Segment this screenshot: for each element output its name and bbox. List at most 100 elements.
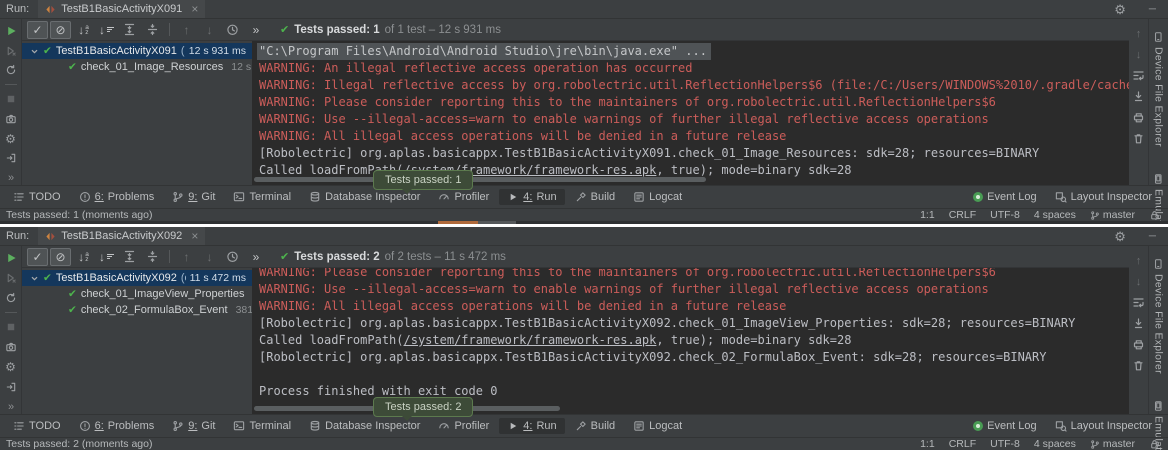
- line-separator-widget[interactable]: CRLF: [949, 438, 976, 450]
- tool-button-build[interactable]: Build: [567, 189, 623, 205]
- rerun-button[interactable]: [4, 251, 18, 265]
- lock-icon[interactable]: [1149, 210, 1160, 221]
- collapse-all-button[interactable]: [142, 21, 163, 39]
- previous-occurrence-button[interactable]: ↑: [176, 248, 197, 266]
- gear-icon[interactable]: ⚙: [1114, 230, 1126, 243]
- more-toolbar-actions[interactable]: »: [4, 400, 18, 414]
- test-tree-row[interactable]: ✔ TestB1BasicActivityX091 (org.aplas.t 1…: [22, 43, 252, 59]
- soft-wrap-button[interactable]: [1132, 296, 1145, 309]
- hide-window-icon[interactable]: ─: [1149, 4, 1156, 15]
- sort-by-duration-button[interactable]: ↓: [96, 21, 117, 39]
- tool-button-logcat[interactable]: Logcat: [625, 189, 690, 205]
- run-console[interactable]: WARNING: Please consider reporting this …: [252, 268, 1129, 414]
- print-button[interactable]: [1132, 338, 1145, 351]
- indent-widget[interactable]: 4 spaces: [1034, 438, 1076, 450]
- stop-button[interactable]: [4, 92, 18, 106]
- test-history-button[interactable]: [222, 248, 243, 266]
- rerun-failed-tests-button[interactable]: [4, 271, 18, 285]
- test-history-button[interactable]: [222, 21, 243, 39]
- sort-alphabetically-button[interactable]: ↓az: [73, 248, 94, 266]
- more-actions-button[interactable]: »: [245, 21, 266, 39]
- soft-wrap-button[interactable]: [1132, 69, 1145, 82]
- collapse-all-button[interactable]: [142, 248, 163, 266]
- tool-button-logcat[interactable]: Logcat: [625, 418, 690, 434]
- test-settings-button[interactable]: ⚙: [4, 132, 18, 146]
- toggle-auto-test-button[interactable]: [4, 63, 18, 77]
- rerun-button[interactable]: [4, 24, 18, 38]
- lock-icon[interactable]: [1149, 439, 1160, 450]
- stop-button[interactable]: [4, 320, 18, 334]
- next-occurrence-button[interactable]: ↓: [199, 21, 220, 39]
- tool-button-run[interactable]: 4:Run: [499, 418, 564, 434]
- layout-inspector-button[interactable]: Layout Inspector: [1047, 189, 1160, 205]
- tool-button-todo[interactable]: TODO: [5, 189, 69, 205]
- tool-button-profiler[interactable]: Profiler: [430, 418, 497, 434]
- git-branch-widget[interactable]: master: [1090, 209, 1135, 221]
- test-settings-button[interactable]: ⚙: [4, 360, 18, 374]
- previous-occurrence-button[interactable]: ↑: [176, 21, 197, 39]
- expand-all-button[interactable]: [119, 21, 140, 39]
- tests-passed-balloon[interactable]: Tests passed: 2: [373, 397, 473, 417]
- tool-button-terminal[interactable]: Terminal: [225, 189, 299, 205]
- rerun-failed-tests-button[interactable]: [4, 44, 18, 58]
- expand-all-button[interactable]: [119, 248, 140, 266]
- encoding-widget[interactable]: UTF-8: [990, 438, 1020, 450]
- tool-button-build[interactable]: Build: [567, 418, 623, 434]
- line-separator-widget[interactable]: CRLF: [949, 209, 976, 221]
- caret-position-widget[interactable]: 1:1: [920, 209, 935, 221]
- up-stack-trace-button[interactable]: ↑: [1132, 27, 1145, 40]
- encoding-widget[interactable]: UTF-8: [990, 209, 1020, 221]
- down-stack-trace-button[interactable]: ↓: [1132, 275, 1145, 288]
- test-tree-row[interactable]: ✔ TestB1BasicActivityX092 (org.aplas.t 1…: [22, 270, 252, 286]
- run-config-tab[interactable]: TestB1BasicActivityX092 ×: [38, 227, 205, 245]
- show-passed-toggle[interactable]: ✓: [27, 21, 48, 39]
- event-log-button[interactable]: Event Log: [965, 418, 1045, 434]
- more-toolbar-actions[interactable]: »: [4, 171, 18, 185]
- print-button[interactable]: [1132, 111, 1145, 124]
- close-icon[interactable]: ×: [191, 3, 198, 15]
- up-stack-trace-button[interactable]: ↑: [1132, 254, 1145, 267]
- show-passed-toggle[interactable]: ✓: [27, 248, 48, 266]
- screenshot-button[interactable]: [4, 112, 18, 126]
- test-tree-row[interactable]: ✔ check_01_ImageView_Properties 11 s 91 …: [22, 286, 252, 302]
- screenshot-button[interactable]: [4, 340, 18, 354]
- show-ignored-toggle[interactable]: ⊘: [50, 21, 71, 39]
- test-tree-row[interactable]: ✔ check_01_Image_Resources 12 s 931 ms: [22, 59, 252, 75]
- sort-alphabetically-button[interactable]: ↓az: [73, 21, 94, 39]
- scroll-to-end-button[interactable]: [1132, 90, 1145, 103]
- caret-position-widget[interactable]: 1:1: [920, 438, 935, 450]
- next-occurrence-button[interactable]: ↓: [199, 248, 220, 266]
- toggle-auto-test-button[interactable]: [4, 291, 18, 305]
- layout-inspector-button[interactable]: Layout Inspector: [1047, 418, 1160, 434]
- tool-button-git[interactable]: 9:Git: [164, 418, 223, 434]
- horizontal-scrollbar[interactable]: [254, 177, 706, 182]
- tool-button-profiler[interactable]: Profiler: [430, 189, 497, 205]
- tool-button-problems[interactable]: 6:Problems: [71, 418, 163, 434]
- down-stack-trace-button[interactable]: ↓: [1132, 48, 1145, 61]
- tool-button-problems[interactable]: 6:Problems: [71, 189, 163, 205]
- sort-by-duration-button[interactable]: ↓: [96, 248, 117, 266]
- tool-button-device-file-explorer[interactable]: Device File Explorer: [1153, 258, 1165, 374]
- import-test-results-button[interactable]: [4, 152, 18, 166]
- import-test-results-button[interactable]: [4, 380, 18, 394]
- indent-widget[interactable]: 4 spaces: [1034, 209, 1076, 221]
- run-config-tab[interactable]: TestB1BasicActivityX091 ×: [38, 0, 205, 18]
- more-actions-button[interactable]: »: [245, 248, 266, 266]
- console-file-link[interactable]: /system/framework/framework-res.apk: [404, 333, 657, 347]
- run-console[interactable]: "C:\Program Files\Android\Android Studio…: [252, 41, 1129, 185]
- close-icon[interactable]: ×: [191, 230, 198, 242]
- gear-icon[interactable]: ⚙: [1114, 3, 1126, 16]
- hide-window-icon[interactable]: ─: [1149, 231, 1156, 242]
- tool-button-git[interactable]: 9:Git: [164, 189, 223, 205]
- git-branch-widget[interactable]: master: [1090, 438, 1135, 450]
- scroll-to-end-button[interactable]: [1132, 317, 1145, 330]
- event-log-button[interactable]: Event Log: [965, 189, 1045, 205]
- clear-all-button[interactable]: [1132, 132, 1145, 145]
- clear-all-button[interactable]: [1132, 359, 1145, 372]
- tool-button-run[interactable]: 4:Run: [499, 189, 564, 205]
- tool-button-todo[interactable]: TODO: [5, 418, 69, 434]
- test-tree-row[interactable]: ✔ check_02_FormulaBox_Event 381 ms: [22, 302, 252, 318]
- show-ignored-toggle[interactable]: ⊘: [50, 248, 71, 266]
- tests-passed-balloon[interactable]: Tests passed: 1: [373, 170, 473, 190]
- tool-button-device-file-explorer[interactable]: Device File Explorer: [1153, 31, 1165, 147]
